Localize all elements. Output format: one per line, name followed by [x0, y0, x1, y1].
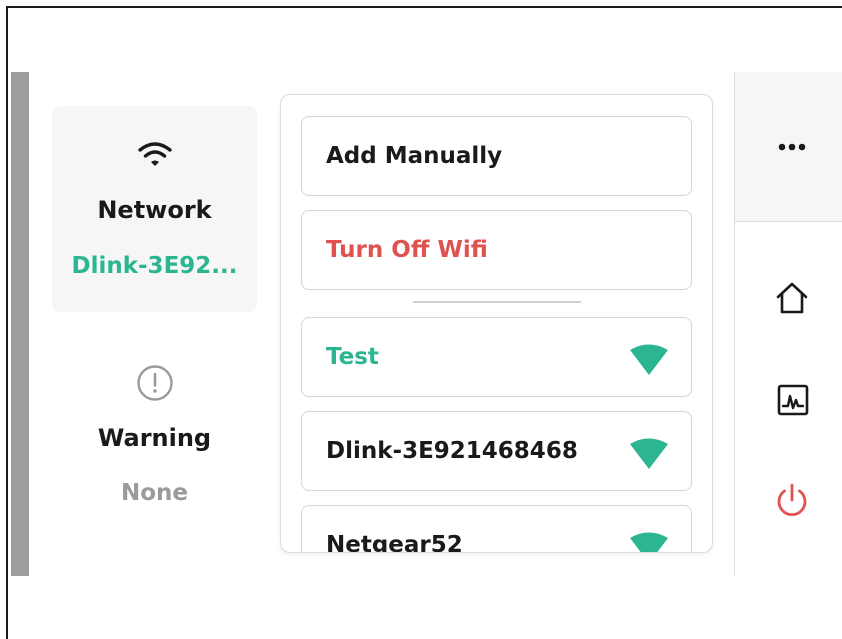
chart-icon[interactable]: [777, 384, 809, 416]
network-title: Network: [97, 196, 212, 224]
network-value: Dlink-3E92...: [71, 253, 238, 279]
more-menu-area[interactable]: [735, 72, 842, 222]
wifi-signal-icon: [629, 532, 669, 552]
more-icon[interactable]: [777, 138, 807, 151]
home-icon[interactable]: [775, 282, 809, 314]
turn-off-wifi-label: Turn Off Wifi: [326, 237, 488, 263]
right-nav: [734, 72, 842, 576]
network-item-dlink[interactable]: Dlink-3E921468468: [301, 411, 692, 491]
add-manually-button[interactable]: Add Manually: [301, 116, 692, 196]
wifi-menu-panel: Add Manually Turn Off Wifi Test Dlink-3E…: [280, 94, 713, 553]
wifi-icon: [137, 139, 173, 169]
network-ssid: Netgear52: [326, 532, 463, 553]
warning-value: None: [120, 480, 189, 506]
network-item-netgear[interactable]: Netgear52: [301, 505, 692, 553]
network-ssid: Dlink-3E921468468: [326, 438, 578, 464]
menu-divider: [413, 301, 581, 303]
left-scroll-strip: [11, 72, 29, 576]
warning-title: Warning: [97, 424, 212, 452]
power-icon[interactable]: [775, 482, 809, 520]
turn-off-wifi-button[interactable]: Turn Off Wifi: [301, 210, 692, 290]
wifi-signal-icon: [629, 438, 669, 470]
network-ssid: Test: [326, 344, 379, 370]
add-manually-label: Add Manually: [326, 143, 503, 169]
wifi-signal-icon: [629, 344, 669, 376]
network-item-test[interactable]: Test: [301, 317, 692, 397]
warning-circle-icon: [136, 364, 174, 402]
